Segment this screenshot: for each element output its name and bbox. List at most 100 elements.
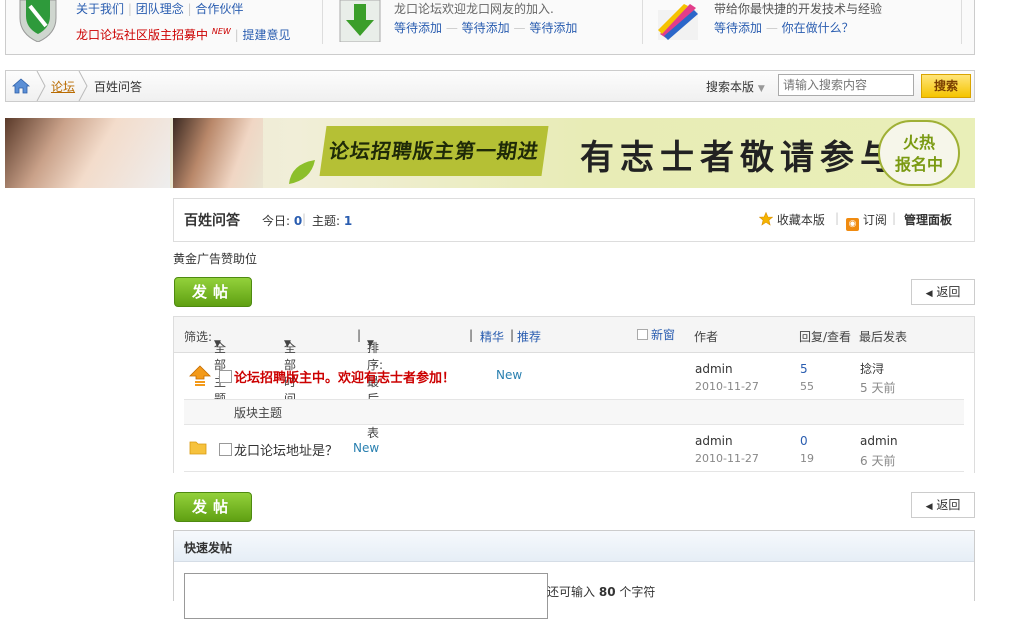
last-post-user[interactable]: admin xyxy=(860,434,898,448)
promo-divider xyxy=(642,0,643,44)
banner-badge: 火热 报名中 xyxy=(878,120,960,186)
section-divider: 版块主题 xyxy=(184,400,964,425)
new-window-label[interactable]: 新窗 xyxy=(651,326,675,343)
topics-value: 1 xyxy=(343,214,353,228)
banner-tag: 论坛招聘版主第一期进行中 xyxy=(319,126,549,176)
thread-list: 筛选: 全部主题 ▼ 全部时间 ▼ | 排序: 最后发表 ▼ | 精华 | 推荐… xyxy=(173,316,975,473)
crumb-current: 百姓问答 xyxy=(94,80,143,94)
search-button[interactable]: 搜索 xyxy=(921,74,971,98)
thread-checkbox[interactable] xyxy=(219,370,232,383)
wait-link-4[interactable]: 等待添加 xyxy=(714,21,762,35)
recruit-link[interactable]: 龙口论坛社区版主招募中 xyxy=(76,28,208,42)
top-promo-box: 关于我们 | 团队理念 | 合作伙伴 龙口论坛社区版主招募中 NEW | 提建意… xyxy=(5,0,975,55)
digest-filter[interactable]: 精华 xyxy=(480,328,504,345)
books-icon xyxy=(658,4,698,40)
crumb-forum-link[interactable]: 论坛 xyxy=(51,78,75,95)
chevron-down-icon: ▼ xyxy=(757,84,765,94)
promo-dev: 带给你最快捷的开发技术与经验 等待添加 — 你在做什么？ xyxy=(654,0,954,44)
new-label: New xyxy=(496,368,523,382)
thread-author[interactable]: admin xyxy=(695,434,733,448)
today-label: 今日: xyxy=(262,214,291,228)
new-label: New xyxy=(353,441,380,455)
char-count-hint: 还可输入 80 个字符 xyxy=(547,583,655,600)
wait-link-2[interactable]: 等待添加 xyxy=(462,21,510,35)
rss-icon: ◉ xyxy=(846,218,859,231)
thread-list-header: 筛选: 全部主题 ▼ 全部时间 ▼ | 排序: 最后发表 ▼ | 精华 | 推荐… xyxy=(174,317,974,440)
last-post-time: 5 天前 xyxy=(860,381,896,395)
chevron-down-icon: ▼ xyxy=(284,339,291,349)
banner-photo-1 xyxy=(5,118,170,188)
crumb-separator-icon xyxy=(36,71,46,101)
download-arrow-icon xyxy=(339,0,381,42)
topics-label: 主题: xyxy=(312,214,341,228)
subscribe-label: 订阅 xyxy=(862,213,887,227)
forum-title: 百姓问答 xyxy=(184,213,240,229)
post-button[interactable]: 发帖 xyxy=(174,277,252,307)
today-value: 0 xyxy=(293,214,303,228)
partners-link[interactable]: 合作伙伴 xyxy=(195,2,243,16)
about-us-link[interactable]: 关于我们 xyxy=(76,2,124,16)
promo-about: 关于我们 | 团队理念 | 合作伙伴 龙口论坛社区版主招募中 NEW | 提建意… xyxy=(14,0,324,44)
search-scope-label: 搜索本版 xyxy=(706,80,755,94)
thread-views: 19 xyxy=(800,452,814,465)
search-input[interactable] xyxy=(778,74,914,96)
team-link[interactable]: 团队理念 xyxy=(136,2,184,16)
promo-divider xyxy=(961,0,962,44)
welcome-text: 龙口论坛欢迎龙口网友的加入. xyxy=(394,2,554,16)
last-post-time: 6 天前 xyxy=(860,454,896,468)
thread-checkbox[interactable] xyxy=(219,443,232,456)
banner-badge-line1: 火热 xyxy=(902,133,935,152)
forum-header: 百姓问答 今日: 0 | 主题: 1 收藏本版 | ◉ 订阅 | 管理面板 xyxy=(173,198,975,242)
recommend-filter[interactable]: 推荐 xyxy=(517,328,541,345)
star-icon xyxy=(759,212,773,226)
thread-title[interactable]: 龙口论坛地址是？ xyxy=(234,440,338,459)
search-scope-select[interactable]: 搜索本版 ▼ xyxy=(706,78,765,95)
table-row: 论坛招聘版主中。欢迎有志士者参加！ New admin 2010-11-27 5… xyxy=(184,353,964,400)
feedback-link[interactable]: 提建意见 xyxy=(242,28,290,42)
triangle-left-icon: ◀ xyxy=(925,289,933,299)
table-row: 龙口论坛地址是？ New admin 2010-11-27 0 19 admin… xyxy=(184,425,964,472)
crumb-separator-icon xyxy=(78,71,88,101)
section-label: 版块主题 xyxy=(234,406,283,420)
back-button[interactable]: ◀ 返回 xyxy=(911,492,975,518)
ad-sponsor-text[interactable]: 黄金广告赞助位 xyxy=(173,250,257,267)
back-label: 返回 xyxy=(936,498,961,512)
thread-author[interactable]: admin xyxy=(695,362,733,376)
thread-replies[interactable]: 5 xyxy=(800,362,808,376)
new-window-checkbox[interactable] xyxy=(637,329,648,340)
thread-views: 55 xyxy=(800,380,814,393)
col-last-post: 最后发表 xyxy=(859,330,908,344)
quick-post-panel: 快速发帖 还可输入 80 个字符 xyxy=(173,530,975,619)
promo-welcome: 龙口论坛欢迎龙口网友的加入. 等待添加 — 等待添加 — 等待添加 xyxy=(336,0,636,44)
wait-link-3[interactable]: 等待添加 xyxy=(529,21,577,35)
what-doing-link[interactable]: 你在做什么？ xyxy=(782,21,854,35)
back-label: 返回 xyxy=(936,285,961,299)
col-replies-views: 回复/查看 xyxy=(799,330,852,344)
post-button[interactable]: 发帖 xyxy=(174,492,252,522)
leaf-icon xyxy=(289,160,315,184)
banner-slogan: 有志士者敬请参与 xyxy=(580,138,900,178)
thread-replies[interactable]: 0 xyxy=(800,434,808,448)
breadcrumb: 论坛 百姓问答 搜索本版 ▼ 搜索 xyxy=(5,70,975,102)
wait-link-1[interactable]: 等待添加 xyxy=(394,21,442,35)
hint-suffix: 个字符 xyxy=(619,585,656,599)
quick-post-header: 快速发帖 xyxy=(174,531,974,562)
today-stat: 今日: 0 xyxy=(262,212,302,229)
favorite-button[interactable]: 收藏本版 xyxy=(759,211,825,228)
topics-stat: 主题: 1 xyxy=(312,212,352,229)
back-button[interactable]: ◀ 返回 xyxy=(911,279,975,305)
dev-desc: 带给你最快捷的开发技术与经验 xyxy=(714,2,883,16)
thread-date: 2010-11-27 xyxy=(695,452,759,465)
admin-panel-link[interactable]: 管理面板 xyxy=(904,211,952,228)
new-badge: NEW xyxy=(211,27,231,36)
quick-post-textarea[interactable] xyxy=(184,573,548,619)
sticky-pin-icon xyxy=(189,365,211,386)
last-post-user[interactable]: 捻浔 xyxy=(860,360,884,377)
chevron-down-icon: ▼ xyxy=(214,339,221,349)
chevron-down-icon: ▼ xyxy=(367,339,374,349)
home-icon[interactable] xyxy=(12,78,30,94)
subscribe-button[interactable]: ◉ 订阅 xyxy=(846,211,887,231)
recruit-banner[interactable]: 论坛招聘版主第一期进行中 有志士者敬请参与 火热 报名中 xyxy=(5,118,975,188)
thread-title[interactable]: 论坛招聘版主中。欢迎有志士者参加！ xyxy=(234,367,455,386)
folder-icon xyxy=(189,441,207,455)
